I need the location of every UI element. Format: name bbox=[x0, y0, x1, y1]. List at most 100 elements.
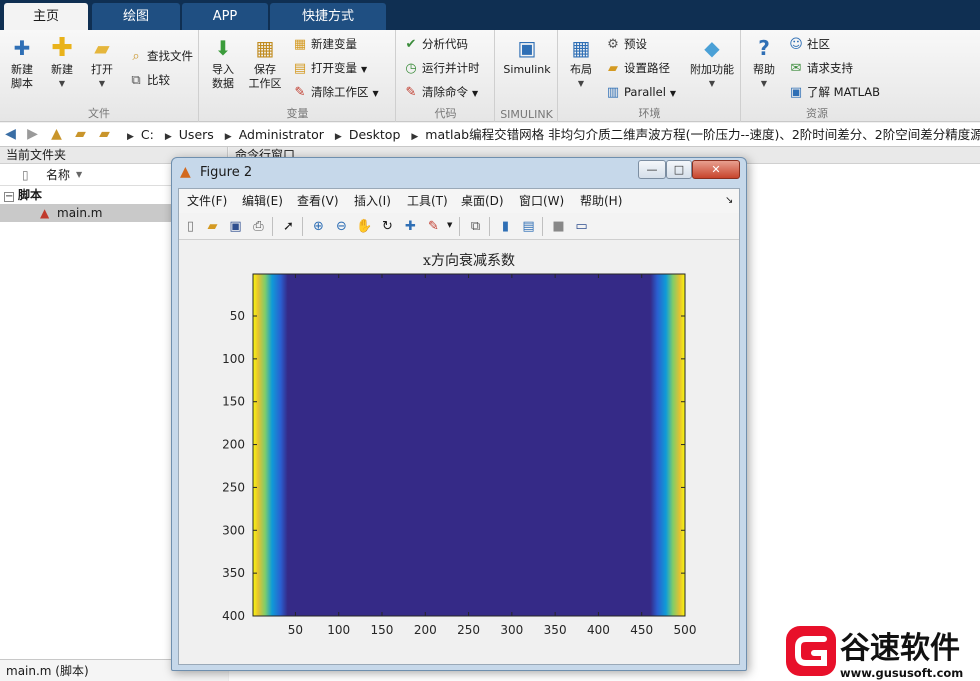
save-workspace-button[interactable]: ▦ 保存 工作区 bbox=[244, 36, 286, 91]
matlab-logo-icon: ▲ bbox=[180, 164, 191, 180]
figure-window[interactable]: ▲ Figure 2 — □ ✕ 文件(F) 编辑(E) 查看(V) 插入(I)… bbox=[171, 157, 747, 671]
tab-home[interactable]: 主页 bbox=[4, 3, 88, 30]
gear-icon: ⚙ bbox=[607, 36, 619, 52]
heatmap-interior bbox=[253, 274, 685, 616]
matlab-file-icon: ▲ bbox=[40, 206, 50, 220]
breadcrumb-separator-icon: ▶ bbox=[127, 132, 134, 142]
y-tick-label: 350 bbox=[222, 566, 245, 580]
file-name: main.m bbox=[57, 206, 103, 220]
community-button[interactable]: ☺ 社区 bbox=[788, 34, 830, 54]
clear-workspace-label: 清除工作区 bbox=[311, 85, 369, 99]
run-and-time-button[interactable]: ◷ 运行并计时 bbox=[403, 58, 479, 78]
breadcrumb[interactable]: ▶ C: ▶ Users ▶ Administrator ▶ Desktop ▶ matl… bbox=[120, 123, 980, 146]
heatmap-pml-right bbox=[650, 274, 685, 616]
new-variable-label: 新建变量 bbox=[311, 37, 357, 51]
clear-commands-button[interactable]: ✎ 清除命令 ▼ bbox=[403, 82, 479, 102]
set-path-button[interactable]: ▰ 设置路径 bbox=[605, 58, 670, 78]
back-arrow-icon[interactable]: ◀ bbox=[2, 126, 19, 143]
x-tick-label: 100 bbox=[327, 623, 350, 637]
breadcrumb-item[interactable]: Desktop bbox=[349, 127, 401, 142]
clear-workspace-button[interactable]: ✎ 清除工作区 ▼ bbox=[292, 82, 379, 102]
y-tick-label: 200 bbox=[222, 438, 245, 452]
preferences-button[interactable]: ⚙ 预设 bbox=[605, 34, 647, 54]
up-folder-icon[interactable]: ▲ bbox=[48, 126, 65, 143]
help-question-icon: ? bbox=[758, 36, 770, 60]
ribbon-section-simulink: ▣ Simulink SIMULINK bbox=[496, 30, 558, 122]
learn-matlab-icon: ▣ bbox=[789, 84, 803, 100]
collapse-icon[interactable]: − bbox=[4, 192, 14, 202]
section-label-resources: 资源 bbox=[806, 107, 828, 120]
x-tick-label: 300 bbox=[500, 623, 523, 637]
community-label: 社区 bbox=[807, 37, 830, 51]
layout-button[interactable]: ▦ 布局 ▼ bbox=[563, 36, 599, 91]
close-button[interactable]: ✕ bbox=[692, 160, 740, 179]
new-button[interactable]: ✚ 新建 ▼ bbox=[44, 35, 80, 91]
addons-button[interactable]: ◆ 附加功能 ▼ bbox=[687, 36, 737, 91]
minimize-button[interactable]: — bbox=[638, 160, 666, 179]
import-data-label: 导入 数据 bbox=[212, 63, 234, 90]
parallel-button[interactable]: ▥ Parallel ▼ bbox=[605, 82, 676, 102]
section-label-variable: 变量 bbox=[286, 107, 309, 120]
chevron-down-icon: ▼ bbox=[372, 89, 379, 98]
save-workspace-label: 保存 工作区 bbox=[248, 63, 282, 90]
forward-arrow-icon[interactable]: ▶ bbox=[24, 126, 41, 143]
ribbon-section-code: ✔ 分析代码 ◷ 运行并计时 ✎ 清除命令 ▼ 代码 bbox=[397, 30, 495, 122]
open-label: 打开 bbox=[91, 63, 113, 76]
compare-icon: ⧉ bbox=[131, 72, 141, 88]
clear-commands-label: 清除命令 bbox=[422, 85, 468, 99]
y-tick-label: 100 bbox=[222, 352, 245, 366]
addons-cubes-icon: ◆ bbox=[704, 36, 720, 60]
chevron-down-icon: ▼ bbox=[669, 89, 677, 98]
watermark-url: www.gususoft.com bbox=[840, 666, 963, 680]
compare-label: 比较 bbox=[147, 73, 170, 87]
request-support-label: 请求支持 bbox=[807, 61, 853, 75]
section-label-file: 文件 bbox=[88, 107, 110, 120]
breadcrumb-item[interactable]: Users bbox=[179, 127, 214, 142]
tab-shortcuts[interactable]: 快捷方式 bbox=[270, 3, 386, 30]
addons-label: 附加功能 bbox=[690, 63, 734, 76]
learn-matlab-label: 了解 MATLAB bbox=[807, 85, 881, 99]
request-support-button[interactable]: ✉ 请求支持 bbox=[788, 58, 853, 78]
x-tick-label: 350 bbox=[544, 623, 567, 637]
chevron-down-icon: ▼ bbox=[472, 89, 479, 98]
analyze-code-button[interactable]: ✔ 分析代码 bbox=[403, 34, 468, 54]
breadcrumb-separator-icon: ▶ bbox=[334, 132, 342, 142]
breadcrumb-item[interactable]: C: bbox=[141, 127, 154, 142]
help-button[interactable]: ? 帮助 ▼ bbox=[746, 36, 782, 91]
find-files-button[interactable]: ⌕ 查找文件 bbox=[128, 46, 193, 66]
open-button[interactable]: ▰ 打开 ▼ bbox=[84, 36, 120, 91]
preferences-label: 预设 bbox=[624, 37, 647, 51]
figure-title-bar[interactable]: ▲ Figure 2 — □ ✕ bbox=[172, 158, 746, 188]
ribbon: ✚ 新建 脚本 ✚ 新建 ▼ ▰ 打开 ▼ ⌕ 查找文件 ⧉ 比较 文件 ⬇ 导入 … bbox=[0, 30, 980, 122]
plot-area[interactable]: x方向衰减系数 50 100 150 200 250 300 350 400 450 500 50… bbox=[179, 189, 741, 666]
tab-plots[interactable]: 绘图 bbox=[92, 3, 180, 30]
learn-matlab-button[interactable]: ▣ 了解 MATLAB bbox=[788, 82, 880, 102]
folder-icon: ▰ bbox=[99, 126, 110, 142]
x-tick-label: 150 bbox=[371, 623, 394, 637]
ribbon-section-environment: ▦ 布局 ▼ ⚙ 预设 ▰ 设置路径 ▥ Parallel ▼ ◆ 附加功能 ▼ 环境 bbox=[559, 30, 741, 122]
browse-folder-icon[interactable]: ▰ bbox=[72, 126, 89, 143]
maximize-button[interactable]: □ bbox=[666, 160, 692, 179]
breadcrumb-separator-icon: ▶ bbox=[164, 132, 172, 142]
new-script-button[interactable]: ✚ 新建 脚本 bbox=[4, 36, 40, 91]
help-label: 帮助 bbox=[753, 63, 775, 76]
simulink-button[interactable]: ▣ Simulink bbox=[500, 36, 554, 77]
open-variable-button[interactable]: ▤ 打开变量 ▼ bbox=[292, 58, 367, 78]
breadcrumb-item[interactable]: Administrator bbox=[239, 127, 324, 142]
import-data-button[interactable]: ⬇ 导入 数据 bbox=[206, 36, 240, 91]
figure-title: Figure 2 bbox=[200, 165, 253, 180]
x-tick-label: 450 bbox=[630, 623, 653, 637]
compare-button[interactable]: ⧉ 比较 bbox=[128, 70, 170, 90]
breadcrumb-item[interactable]: matlab编程交错网格 非均匀介质二维声波方程(一阶压力--速度)、2阶时间差… bbox=[425, 127, 980, 142]
ribbon-tab-strip: 主页 绘图 APP 快捷方式 bbox=[0, 0, 980, 30]
folder-open-icon: ▰ bbox=[94, 36, 110, 60]
support-icon: ✉ bbox=[790, 60, 802, 76]
chevron-down-icon: ▼ bbox=[361, 65, 368, 74]
new-variable-button[interactable]: ▦ 新建变量 bbox=[292, 34, 357, 54]
breadcrumb-separator-icon: ▶ bbox=[224, 132, 232, 142]
tab-apps[interactable]: APP bbox=[182, 3, 268, 30]
find-files-icon: ⌕ bbox=[132, 48, 140, 64]
chevron-down-icon: ▼ bbox=[577, 79, 585, 88]
run-time-icon: ◷ bbox=[405, 60, 417, 76]
watermark-logo: 谷速软件 www.gususoft.com bbox=[784, 622, 980, 681]
